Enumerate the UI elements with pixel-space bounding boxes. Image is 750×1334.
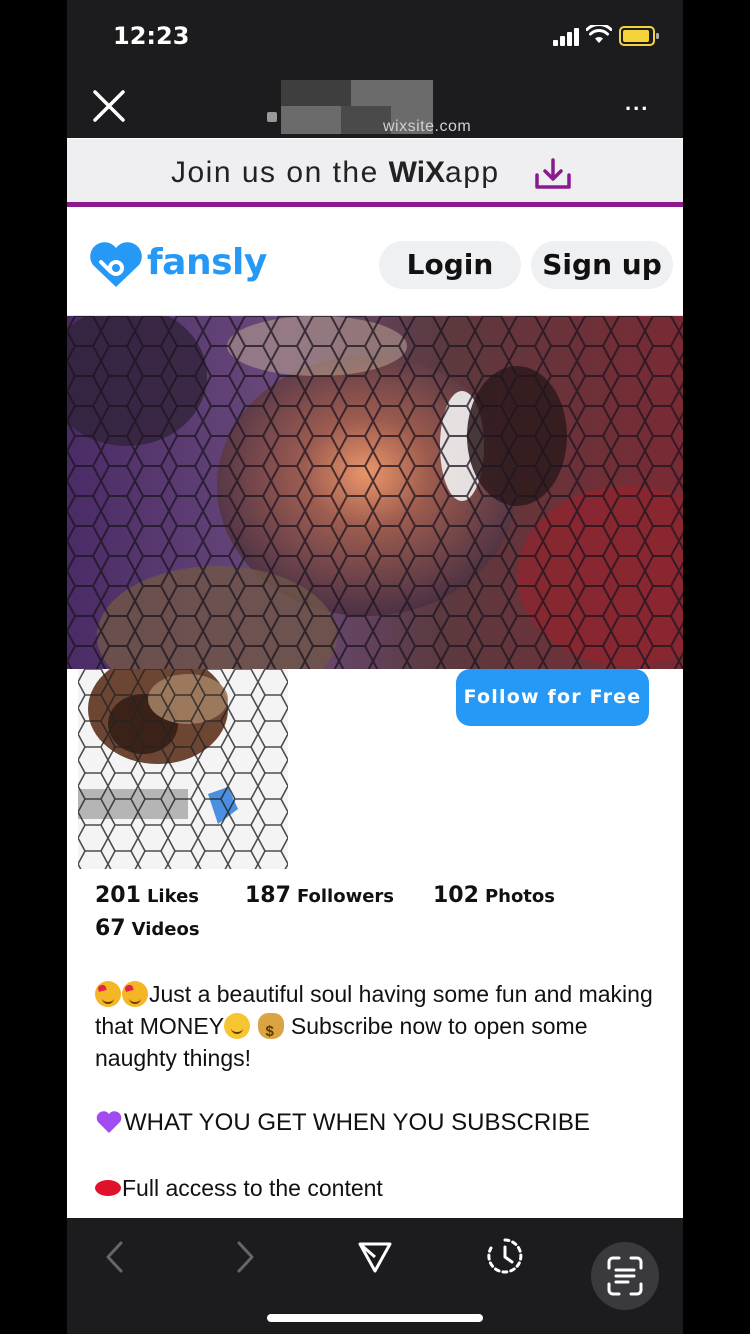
- status-bar: 12:23: [67, 0, 683, 72]
- browser-bar: wixsite.com ...: [67, 72, 683, 138]
- home-indicator[interactable]: [267, 1314, 483, 1322]
- stat-followers-value: 187: [245, 883, 291, 908]
- stat-likes-label: Likes: [146, 886, 199, 907]
- bio-list-item: Full access to the content: [95, 1172, 655, 1204]
- battery-icon: [619, 26, 659, 46]
- wix-banner-text: Join us on the WiXapp: [171, 156, 500, 190]
- stat-likes-value: 201: [95, 883, 141, 908]
- smile-emoji-icon: [224, 1013, 251, 1039]
- url-bar[interactable]: wixsite.com: [267, 80, 497, 135]
- stat-videos: 67 Videos: [95, 916, 200, 941]
- phone-screen: 12:23 wixsite.com ... Join us on the WiX…: [67, 0, 683, 1334]
- stat-photos: 102 Photos: [433, 883, 555, 908]
- wix-app-banner[interactable]: Join us on the WiXapp: [67, 139, 683, 207]
- url-domain: wixsite.com: [383, 118, 472, 135]
- bio-heading: WHAT YOU GET WHEN YOU SUBSCRIBE: [95, 1107, 655, 1139]
- wifi-icon: [586, 25, 612, 43]
- lock-icon: [267, 112, 277, 122]
- lips-emoji-icon: [95, 1180, 121, 1196]
- share-icon[interactable]: [357, 1240, 393, 1274]
- money-bag-emoji-icon: [257, 1013, 284, 1048]
- stat-photos-label: Photos: [484, 886, 555, 907]
- fansly-logo-icon[interactable]: [87, 240, 145, 290]
- close-icon[interactable]: [89, 86, 129, 126]
- follow-button[interactable]: Follow for Free: [456, 669, 649, 726]
- stat-likes: 201 Likes: [95, 883, 199, 908]
- profile-bio: Just a beautiful soul having some fun an…: [95, 978, 655, 1204]
- avatar[interactable]: [78, 669, 288, 869]
- back-icon[interactable]: [103, 1240, 127, 1274]
- download-icon[interactable]: [533, 157, 573, 191]
- scan-text-icon: [607, 1256, 643, 1296]
- smiling-hearts-emoji-icon: [95, 981, 121, 1007]
- status-time: 12:23: [113, 22, 190, 50]
- wix-banner-prefix: Join us on the: [171, 156, 379, 189]
- signup-button[interactable]: Sign up: [531, 241, 673, 289]
- stat-followers-label: Followers: [296, 886, 395, 907]
- site-header: fansly Login Sign up: [67, 212, 683, 316]
- purple-heart-icon: [96, 1111, 122, 1133]
- bio-paragraph: Just a beautiful soul having some fun an…: [95, 978, 655, 1074]
- stat-followers: 187 Followers: [245, 883, 394, 908]
- fansly-brand[interactable]: fansly: [147, 242, 267, 283]
- bio-heading-text: WHAT YOU GET WHEN YOU SUBSCRIBE: [124, 1109, 590, 1136]
- wix-logo: WiX: [388, 156, 446, 189]
- stat-videos-value: 67: [95, 916, 126, 941]
- more-options-button[interactable]: ...: [625, 90, 649, 116]
- bio-list-item-text: Full access to the content: [122, 1175, 383, 1201]
- browser-toolbar: [67, 1218, 683, 1334]
- scan-text-button[interactable]: [591, 1242, 659, 1310]
- signal-icon: [553, 28, 579, 46]
- smiling-hearts-emoji-icon: [122, 981, 148, 1007]
- stat-videos-label: Videos: [131, 919, 200, 940]
- login-button[interactable]: Login: [379, 241, 521, 289]
- history-icon[interactable]: [485, 1236, 525, 1276]
- forward-icon[interactable]: [233, 1240, 257, 1274]
- wix-banner-suffix: app: [445, 156, 500, 189]
- cover-image: [67, 316, 683, 669]
- stat-photos-value: 102: [433, 883, 479, 908]
